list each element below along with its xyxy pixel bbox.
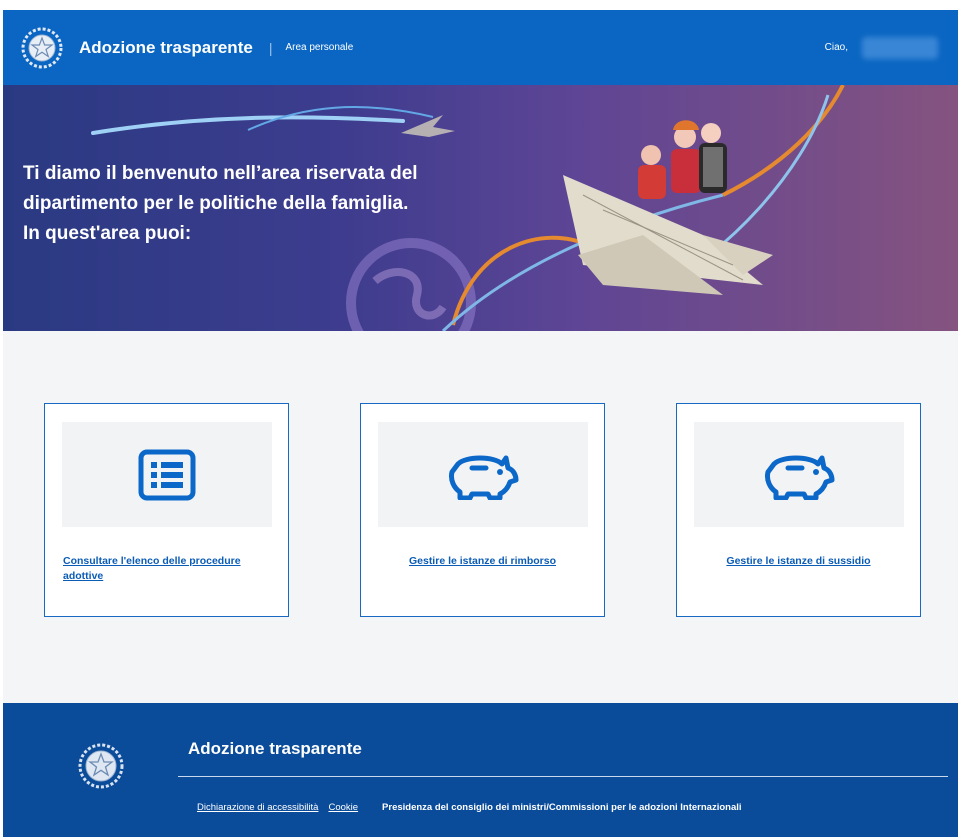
site-footer: Adozione trasparente Dichiarazione di ac…	[3, 703, 958, 837]
piggy-bank-icon	[765, 455, 835, 500]
hero-heading: Ti diamo il benvenuto nell’area riservat…	[23, 159, 473, 249]
subsidy-link[interactable]: Gestire le istanze di sussidio	[695, 554, 902, 569]
welcome-hero: Ti diamo il benvenuto nell’area riservat…	[3, 85, 958, 331]
site-brand-link[interactable]: Adozione trasparente	[79, 38, 253, 58]
card-adoption-procedures[interactable]: Consultare l'elenco delle procedure adot…	[44, 403, 289, 617]
card-thumbnail	[378, 422, 588, 527]
user-greeting: Ciao,	[824, 42, 848, 53]
reimbursement-link[interactable]: Gestire le istanze di rimborso	[379, 554, 586, 569]
list-icon	[138, 449, 196, 500]
footer-links: Dichiarazione di accessibilità Cookie Pr…	[197, 802, 742, 813]
footer-divider	[178, 776, 948, 777]
personal-area-link[interactable]: Area personale	[285, 42, 353, 53]
card-subsidy[interactable]: Gestire le istanze di sussidio	[676, 403, 921, 617]
republic-emblem-icon	[21, 27, 63, 68]
card-thumbnail	[694, 422, 904, 527]
footer-organization: Presidenza del consiglio dei ministri/Co…	[382, 802, 742, 813]
cookie-link[interactable]: Cookie	[328, 802, 358, 813]
footer-title: Adozione trasparente	[188, 739, 362, 758]
site-header: Adozione trasparente | Area personale Ci…	[3, 10, 958, 85]
republic-emblem-icon	[78, 743, 124, 789]
adoption-procedures-link[interactable]: Consultare l'elenco delle procedure adot…	[63, 554, 270, 584]
hero-line-3: In quest'area puoi:	[23, 223, 192, 244]
hero-line-2: dipartimento per le politiche della fami…	[23, 193, 409, 214]
hero-line-1: Ti diamo il benvenuto nell’area riservat…	[23, 163, 418, 184]
header-separator: |	[268, 39, 273, 56]
piggy-bank-icon	[449, 455, 519, 500]
user-name-blurred[interactable]	[862, 36, 938, 59]
services-section: Consultare l'elenco delle procedure adot…	[3, 331, 958, 703]
accessibility-statement-link[interactable]: Dichiarazione di accessibilità	[197, 802, 318, 813]
card-thumbnail	[62, 422, 272, 527]
card-reimbursement[interactable]: Gestire le istanze di rimborso	[360, 403, 605, 617]
